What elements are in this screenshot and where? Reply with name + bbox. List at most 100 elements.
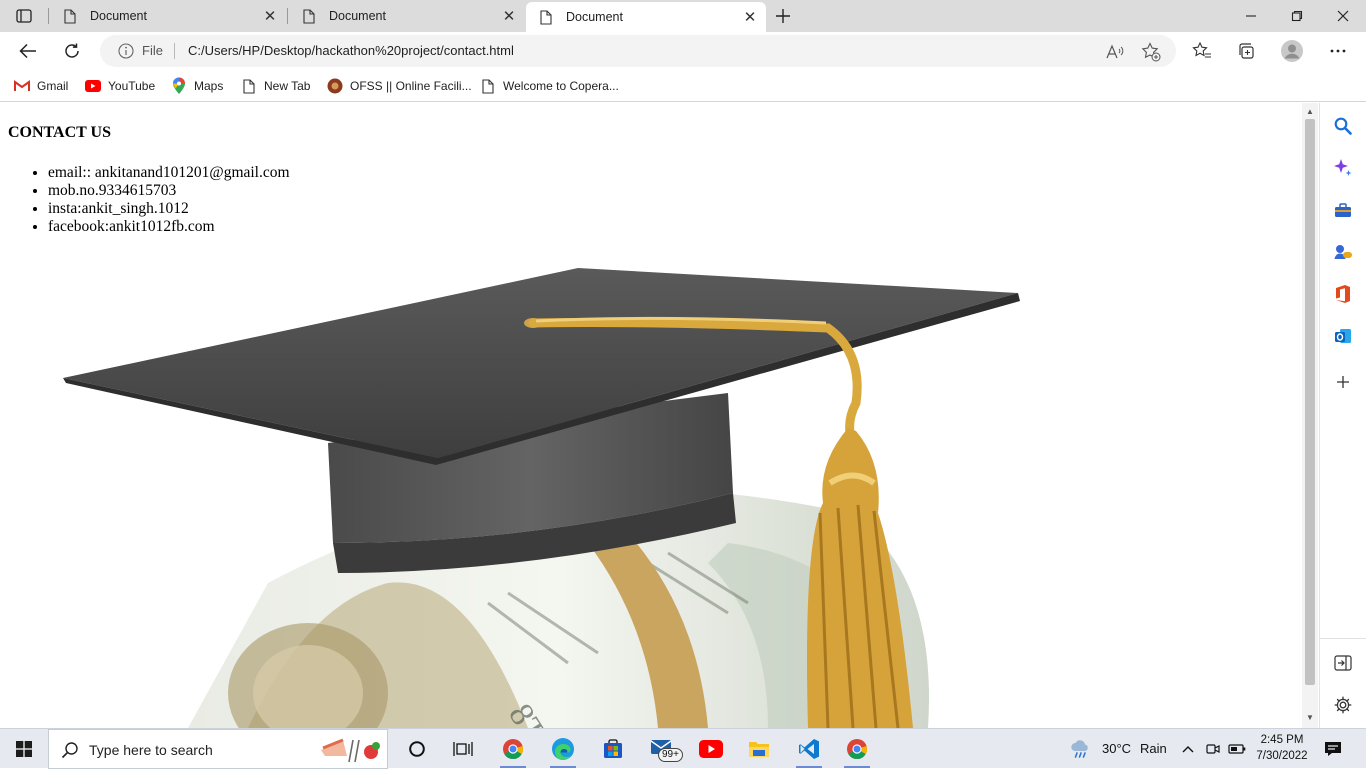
favorite-youtube[interactable]: YouTube bbox=[85, 76, 155, 96]
taskbar-clock[interactable]: 2:45 PM 7/30/2022 bbox=[1248, 732, 1316, 764]
taskbar-store-button[interactable] bbox=[594, 733, 632, 765]
games-icon bbox=[1334, 245, 1352, 259]
favorite-ofss[interactable]: OFSS || Online Facili... bbox=[327, 76, 472, 96]
scroll-up-arrow[interactable]: ▲ bbox=[1305, 107, 1315, 117]
restore-button[interactable] bbox=[1274, 0, 1320, 32]
tab-actions-icon bbox=[16, 9, 32, 23]
gmail-icon bbox=[14, 78, 30, 94]
navigation-bar: File C:/Users/HP/Desktop/hackathon%20pro… bbox=[0, 32, 1366, 70]
weather-condition[interactable]: Rain bbox=[1140, 741, 1167, 756]
sidebar-games-button[interactable] bbox=[1331, 240, 1355, 264]
mail-badge: 99+ bbox=[658, 748, 683, 762]
favorite-label: New Tab bbox=[264, 79, 311, 93]
taskbar-edge-button[interactable] bbox=[544, 733, 582, 768]
close-tab-icon[interactable]: ✕ bbox=[262, 8, 278, 25]
tab-actions-menu-button[interactable] bbox=[8, 4, 40, 28]
sidebar-collapse-icon bbox=[1334, 655, 1352, 671]
favorites-button[interactable] bbox=[1186, 35, 1218, 67]
search-highlight-icon bbox=[321, 738, 380, 763]
task-view-button[interactable] bbox=[444, 733, 482, 765]
notification-icon bbox=[1325, 742, 1341, 756]
graduation-cap-money-image: 8THH bbox=[63, 268, 1020, 728]
sidebar-search-button[interactable] bbox=[1331, 114, 1355, 138]
settings-more-button[interactable] bbox=[1322, 35, 1354, 67]
windows-logo-icon bbox=[16, 741, 32, 757]
scrollbar-thumb[interactable] bbox=[1305, 119, 1315, 685]
sidebar-office-button[interactable] bbox=[1331, 282, 1355, 306]
office-icon bbox=[1336, 285, 1350, 303]
start-button[interactable] bbox=[0, 729, 48, 769]
taskbar-file-explorer-button[interactable] bbox=[740, 733, 778, 765]
taskbar-search-box[interactable]: Type here to search bbox=[48, 729, 388, 769]
favorite-label: Maps bbox=[194, 79, 224, 93]
refresh-button[interactable] bbox=[56, 35, 88, 67]
minimize-icon bbox=[1246, 15, 1256, 17]
chrome-icon bbox=[847, 739, 867, 760]
address-separator bbox=[174, 43, 175, 59]
gear-icon bbox=[1334, 696, 1352, 714]
add-favorite-button[interactable] bbox=[1140, 41, 1162, 63]
close-tab-icon[interactable]: ✕ bbox=[742, 9, 758, 26]
new-tab-button[interactable] bbox=[770, 4, 796, 28]
tab-separator bbox=[287, 8, 288, 24]
clock-date: 7/30/2022 bbox=[1256, 750, 1308, 762]
taskbar-mail-button[interactable]: 99+ bbox=[644, 733, 683, 765]
plus-icon bbox=[776, 9, 790, 23]
edge-sidebar bbox=[1319, 103, 1366, 728]
camera-icon bbox=[1206, 744, 1220, 754]
tab-separator bbox=[48, 8, 49, 24]
favorites-bar: Gmail YouTube Maps New Tab OFSS || Onlin… bbox=[0, 70, 1366, 102]
plus-icon bbox=[1337, 376, 1349, 388]
document-icon bbox=[303, 8, 315, 24]
tab-document-3-active[interactable]: Document ✕ bbox=[526, 2, 766, 32]
meet-now-button[interactable] bbox=[1201, 733, 1225, 765]
tab-title: Document bbox=[566, 10, 623, 24]
windows-taskbar: Type here to search 99+ 30°C Rain 2:45 P… bbox=[0, 728, 1366, 769]
hide-sidebar-button[interactable] bbox=[1331, 651, 1355, 675]
taskbar-chrome-button[interactable] bbox=[494, 733, 532, 768]
sidebar-outlook-button[interactable] bbox=[1331, 324, 1355, 348]
profile-button[interactable] bbox=[1276, 35, 1308, 67]
favorite-gmail[interactable]: Gmail bbox=[14, 76, 68, 96]
tab-strip: Document ✕ Document ✕ Document ✕ bbox=[0, 0, 1366, 32]
sidebar-settings-button[interactable] bbox=[1331, 693, 1355, 717]
minimize-button[interactable] bbox=[1228, 0, 1274, 32]
url-text[interactable]: C:/Users/HP/Desktop/hackathon%20project/… bbox=[188, 43, 514, 58]
search-icon bbox=[1334, 117, 1352, 135]
favorite-new-tab[interactable]: New Tab bbox=[241, 76, 310, 96]
tab-document-2[interactable]: Document ✕ bbox=[289, 0, 525, 32]
address-bar[interactable]: File C:/Users/HP/Desktop/hackathon%20pro… bbox=[100, 35, 1176, 67]
contact-list: email:: ankitanand101201@gmail.com mob.n… bbox=[48, 164, 290, 236]
sidebar-discover-button[interactable] bbox=[1331, 156, 1355, 180]
close-tab-icon[interactable]: ✕ bbox=[501, 8, 517, 25]
tab-title: Document bbox=[90, 9, 147, 23]
favorite-maps[interactable]: Maps bbox=[171, 76, 223, 96]
info-icon[interactable] bbox=[118, 43, 134, 59]
notifications-button[interactable] bbox=[1318, 733, 1348, 765]
show-hidden-icons-button[interactable] bbox=[1176, 733, 1200, 765]
page-scrollbar[interactable]: ▲ ▼ bbox=[1302, 103, 1318, 728]
weather-button[interactable] bbox=[1066, 733, 1096, 765]
sidebar-tools-button[interactable] bbox=[1331, 198, 1355, 222]
toolbox-icon bbox=[1335, 203, 1351, 217]
chrome-icon bbox=[503, 739, 523, 760]
page-icon bbox=[241, 78, 257, 94]
close-window-button[interactable] bbox=[1320, 0, 1366, 32]
tab-title: Document bbox=[329, 9, 386, 23]
tab-document-1[interactable]: Document ✕ bbox=[50, 0, 286, 32]
scroll-down-arrow[interactable]: ▼ bbox=[1305, 713, 1315, 723]
read-aloud-button[interactable] bbox=[1104, 41, 1126, 63]
weather-temperature[interactable]: 30°C bbox=[1102, 741, 1131, 756]
collections-button[interactable] bbox=[1230, 35, 1262, 67]
back-button[interactable] bbox=[12, 35, 44, 67]
document-icon bbox=[64, 8, 76, 24]
sidebar-add-button[interactable] bbox=[1331, 370, 1355, 394]
taskbar-youtube-button[interactable] bbox=[692, 733, 730, 765]
scheme-label: File bbox=[142, 43, 163, 58]
battery-button[interactable] bbox=[1224, 733, 1250, 765]
favorite-copera[interactable]: Welcome to Copera... bbox=[480, 76, 619, 96]
cortana-button[interactable] bbox=[398, 733, 436, 765]
taskbar-chrome-2-button[interactable] bbox=[838, 733, 876, 768]
taskbar-vscode-button[interactable] bbox=[790, 733, 828, 768]
youtube-icon bbox=[699, 740, 723, 758]
